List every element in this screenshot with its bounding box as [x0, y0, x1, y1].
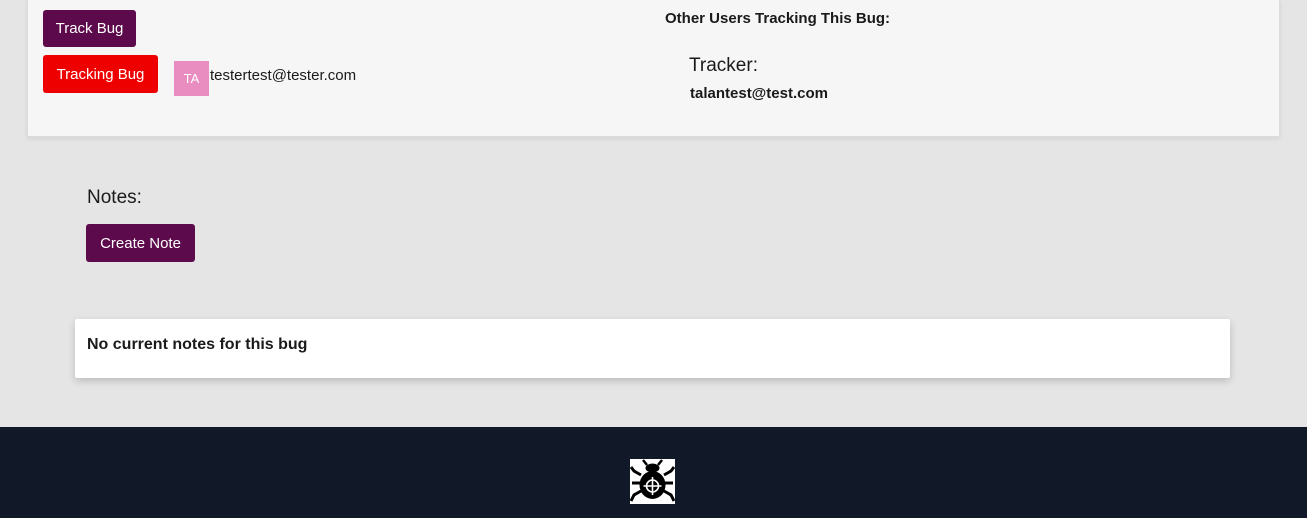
current-user-email: testertest@tester.com	[210, 67, 357, 84]
create-note-button[interactable]: Create Note	[86, 224, 195, 262]
tracker-label: Tracker:	[689, 55, 758, 76]
notes-empty-message: No current notes for this bug	[87, 336, 308, 353]
avatar: TA	[174, 61, 209, 96]
track-bug-button[interactable]: Track Bug	[43, 10, 136, 47]
notes-panel: No current notes for this bug	[75, 319, 1230, 378]
bug-icon[interactable]	[629, 459, 676, 504]
other-trackers-title: Other Users Tracking This Bug:	[665, 10, 891, 27]
footer	[0, 427, 1307, 518]
tracker-email: talantest@test.com	[690, 85, 828, 102]
notes-heading: Notes:	[87, 187, 142, 208]
tracking-bug-button[interactable]: Tracking Bug	[43, 55, 158, 93]
